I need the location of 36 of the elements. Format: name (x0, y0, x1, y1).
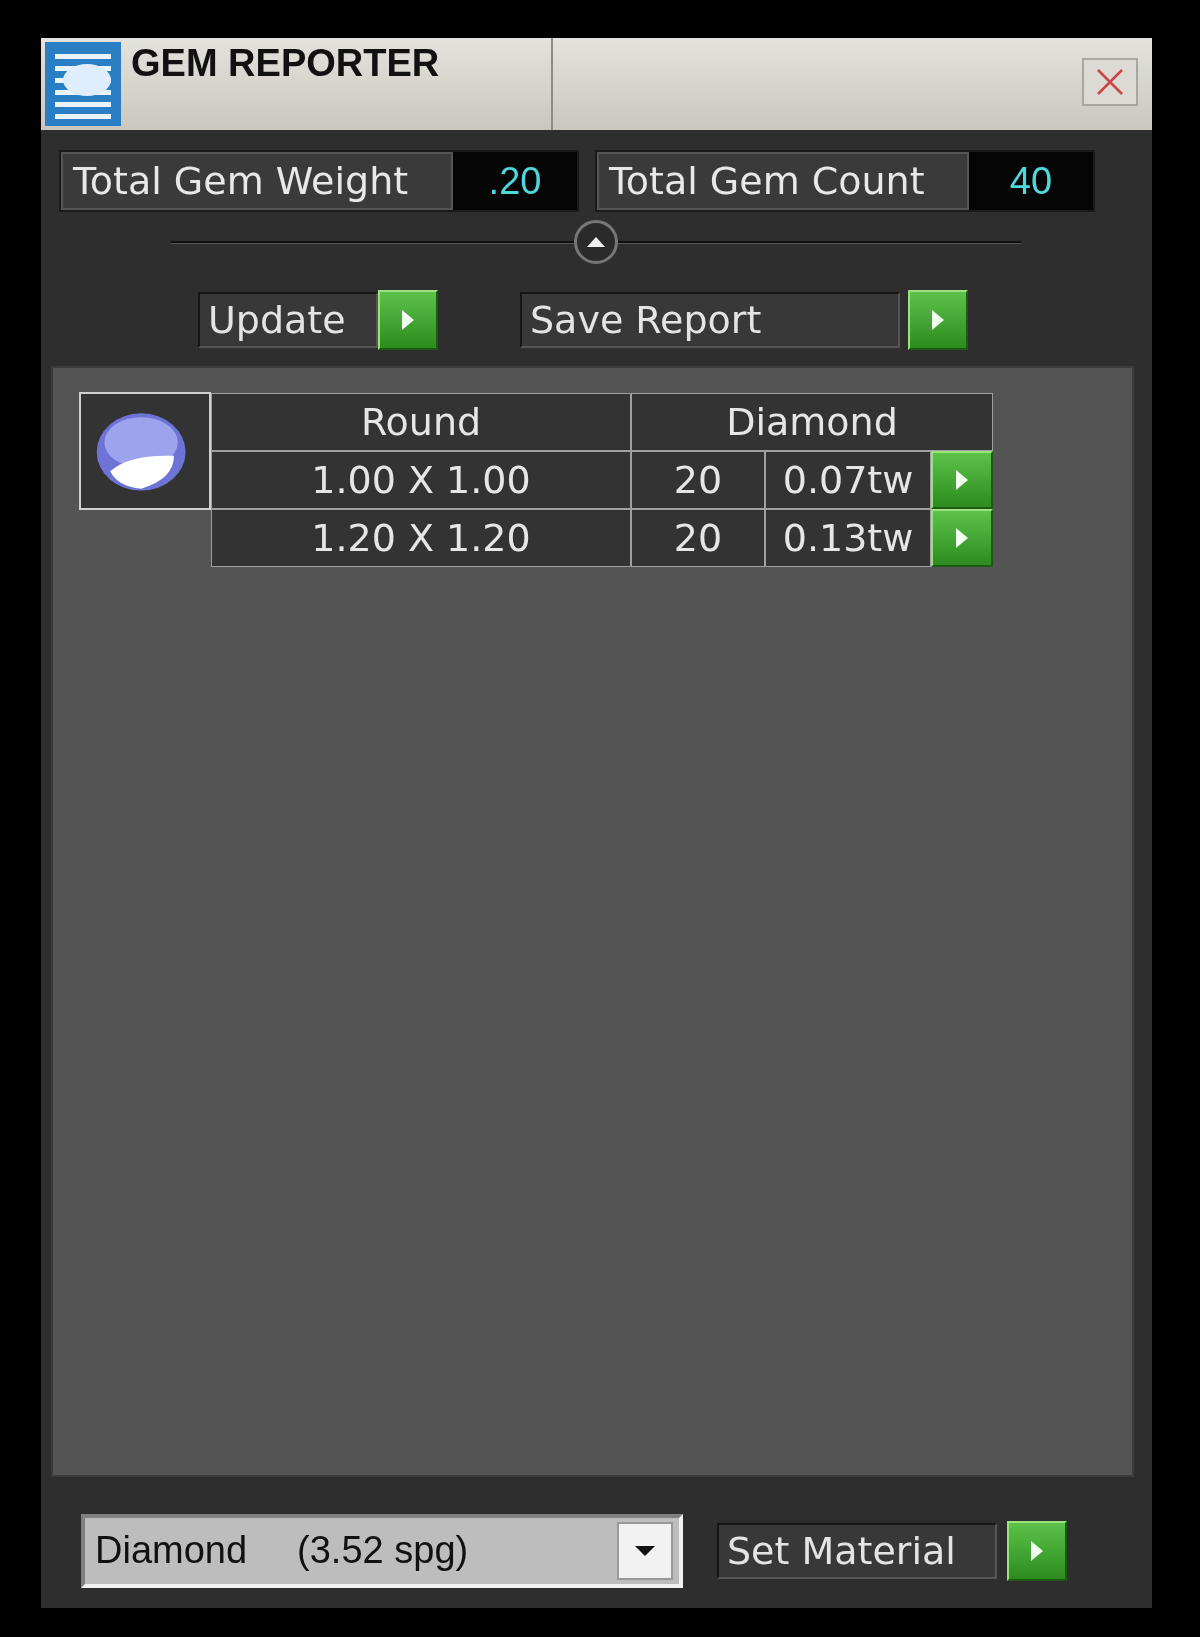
table-cell: 0.13tw (765, 509, 931, 567)
gem-icon (79, 392, 211, 510)
table-cell: 20 (631, 451, 765, 509)
play-icon (954, 526, 970, 550)
dropdown-arrow-icon (634, 1544, 656, 1557)
collapse-button[interactable] (574, 220, 618, 264)
table-cell: 20 (631, 509, 765, 567)
table-cell: 0.07tw (765, 451, 931, 509)
action-button[interactable]: Save Report (520, 292, 900, 348)
up-arrow-icon (586, 236, 606, 248)
play-icon (954, 468, 970, 492)
material-name: Diamond (95, 1529, 248, 1572)
play-icon (930, 308, 946, 332)
table-cell: 1.20 X 1.20 (211, 509, 631, 567)
stat-value: 40 (969, 152, 1093, 210)
table-cell: 1.00 X 1.00 (211, 451, 631, 509)
close-icon (1095, 67, 1125, 97)
shape-header: Round (211, 393, 631, 451)
app-icon (45, 42, 121, 126)
play-button[interactable] (908, 290, 968, 350)
material-dropdown[interactable]: Diamond (3.52 spg) (81, 1513, 683, 1588)
play-button[interactable] (378, 290, 438, 350)
material-density: (3.52 spg) (297, 1529, 469, 1572)
close-button[interactable] (1082, 58, 1138, 106)
set-material-button[interactable]: Set Material (717, 1522, 997, 1579)
stat-label: Total Gem Count (597, 152, 969, 210)
play-button[interactable] (931, 451, 993, 509)
action-button[interactable]: Update (198, 292, 378, 348)
play-button[interactable] (1007, 1520, 1067, 1581)
stat-value: .20 (453, 152, 577, 210)
window-title: GEM REPORTER (131, 38, 553, 130)
play-icon (1029, 1538, 1045, 1563)
play-button[interactable] (931, 509, 993, 567)
stat-label: Total Gem Weight (61, 152, 453, 210)
material-header: Diamond (631, 393, 993, 451)
play-icon (400, 308, 416, 332)
